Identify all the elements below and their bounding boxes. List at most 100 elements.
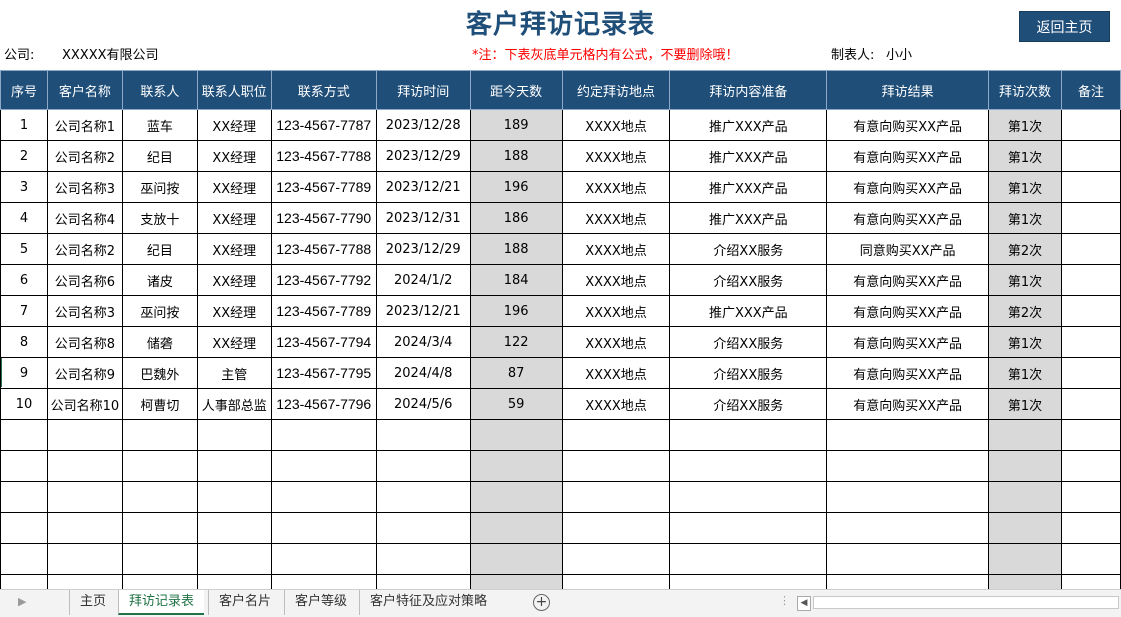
column-header[interactable]: 序号 (0, 70, 48, 110)
sheet-tab[interactable]: 客户等级 (284, 590, 357, 615)
column-header[interactable]: 距今天数 (469, 70, 563, 110)
triangle-right-icon[interactable]: ▶ (18, 595, 26, 608)
table-cell[interactable]: 储砻 (121, 326, 198, 358)
column-header[interactable]: 联系方式 (270, 70, 377, 110)
table-cell[interactable]: 10 (0, 388, 48, 420)
table-cell[interactable] (561, 512, 671, 544)
table-cell[interactable]: 188 (469, 233, 563, 265)
table-cell[interactable]: 推广XXX产品 (669, 202, 828, 234)
table-cell[interactable]: 123-4567-7788 (270, 233, 377, 265)
table-cell[interactable]: XX经理 (196, 326, 272, 358)
table-cell[interactable]: XX经理 (196, 202, 272, 234)
table-cell[interactable] (1061, 357, 1121, 389)
table-cell[interactable] (270, 543, 377, 575)
table-cell[interactable]: XXXX地点 (561, 295, 671, 327)
table-cell[interactable]: 第1次 (988, 171, 1062, 203)
table-cell[interactable]: 有意向购买XX产品 (826, 326, 990, 358)
table-cell[interactable]: 公司名称9 (46, 357, 123, 389)
table-cell[interactable] (196, 450, 272, 482)
horizontal-scrollbar[interactable] (813, 596, 1119, 609)
table-cell[interactable]: 5 (0, 233, 48, 265)
table-cell[interactable]: 巴魏外 (121, 357, 198, 389)
table-cell[interactable]: 123-4567-7790 (270, 202, 377, 234)
table-cell[interactable]: 123-4567-7794 (270, 326, 377, 358)
table-cell[interactable] (270, 481, 377, 513)
table-cell[interactable]: 9 (0, 357, 48, 389)
table-cell[interactable]: 有意向购买XX产品 (826, 109, 990, 141)
table-cell[interactable]: 1 (0, 109, 48, 141)
table-cell[interactable]: XXXX地点 (561, 233, 671, 265)
table-cell[interactable]: 介绍XX服务 (669, 326, 828, 358)
table-cell[interactable] (988, 543, 1062, 575)
table-cell[interactable]: 196 (469, 171, 563, 203)
table-cell[interactable] (0, 512, 48, 544)
table-cell[interactable] (270, 450, 377, 482)
table-cell[interactable]: 59 (469, 388, 563, 420)
table-cell[interactable] (375, 450, 471, 482)
table-cell[interactable] (196, 512, 272, 544)
table-cell[interactable] (46, 419, 123, 451)
table-cell[interactable]: XXXX地点 (561, 357, 671, 389)
table-cell[interactable] (1061, 233, 1121, 265)
table-cell[interactable]: XXXX地点 (561, 140, 671, 172)
table-cell[interactable]: 诸皮 (121, 264, 198, 296)
table-cell[interactable]: 123-4567-7795 (270, 357, 377, 389)
table-cell[interactable] (561, 450, 671, 482)
table-cell[interactable] (469, 543, 563, 575)
table-cell[interactable]: XX经理 (196, 171, 272, 203)
table-cell[interactable]: XX经理 (196, 233, 272, 265)
table-cell[interactable] (0, 419, 48, 451)
table-cell[interactable] (1061, 264, 1121, 296)
table-cell[interactable]: 介绍XX服务 (669, 264, 828, 296)
table-cell[interactable] (669, 543, 828, 575)
table-cell[interactable] (121, 450, 198, 482)
table-cell[interactable] (469, 419, 563, 451)
table-cell[interactable] (196, 543, 272, 575)
triangle-left-icon[interactable]: ◀ (797, 596, 811, 611)
table-cell[interactable]: 推广XXX产品 (669, 171, 828, 203)
column-header[interactable]: 客户名称 (46, 70, 123, 110)
table-cell[interactable]: 8 (0, 326, 48, 358)
table-cell[interactable]: 公司名称2 (46, 233, 123, 265)
table-cell[interactable]: XXXX地点 (561, 202, 671, 234)
table-cell[interactable]: 123-4567-7788 (270, 140, 377, 172)
table-cell[interactable] (121, 543, 198, 575)
table-cell[interactable]: 介绍XX服务 (669, 357, 828, 389)
table-cell[interactable]: 第2次 (988, 295, 1062, 327)
table-cell[interactable] (1061, 109, 1121, 141)
table-cell[interactable] (375, 543, 471, 575)
table-cell[interactable]: 2023/12/29 (375, 233, 471, 265)
sheet-tab[interactable]: 客户特征及应对策略 (359, 590, 497, 615)
add-sheet-button[interactable]: + (533, 594, 550, 611)
table-cell[interactable] (46, 481, 123, 513)
table-cell[interactable] (1061, 481, 1121, 513)
table-cell[interactable] (270, 419, 377, 451)
table-cell[interactable]: 支放十 (121, 202, 198, 234)
table-cell[interactable]: 巫问按 (121, 295, 198, 327)
table-cell[interactable] (469, 481, 563, 513)
table-cell[interactable]: 87 (469, 357, 563, 389)
table-cell[interactable]: 184 (469, 264, 563, 296)
table-cell[interactable]: 有意向购买XX产品 (826, 388, 990, 420)
table-cell[interactable] (1061, 543, 1121, 575)
table-cell[interactable]: 3 (0, 171, 48, 203)
table-cell[interactable]: 人事部总监 (196, 388, 272, 420)
column-header[interactable]: 联系人 (121, 70, 198, 110)
table-cell[interactable]: 123-4567-7789 (270, 171, 377, 203)
table-cell[interactable] (988, 419, 1062, 451)
table-cell[interactable]: XX经理 (196, 295, 272, 327)
table-cell[interactable]: XXXX地点 (561, 171, 671, 203)
table-cell[interactable]: 第1次 (988, 357, 1062, 389)
table-cell[interactable]: 2023/12/21 (375, 171, 471, 203)
table-cell[interactable] (0, 450, 48, 482)
table-cell[interactable]: 公司名称4 (46, 202, 123, 234)
table-cell[interactable] (561, 419, 671, 451)
table-cell[interactable]: XXXX地点 (561, 109, 671, 141)
table-cell[interactable] (375, 512, 471, 544)
table-cell[interactable] (270, 512, 377, 544)
table-cell[interactable]: 122 (469, 326, 563, 358)
back-to-home-button[interactable]: 返回主页 (1019, 11, 1110, 42)
column-header[interactable]: 拜访次数 (988, 70, 1062, 110)
column-header[interactable]: 备注 (1061, 70, 1121, 110)
table-cell[interactable] (1061, 326, 1121, 358)
